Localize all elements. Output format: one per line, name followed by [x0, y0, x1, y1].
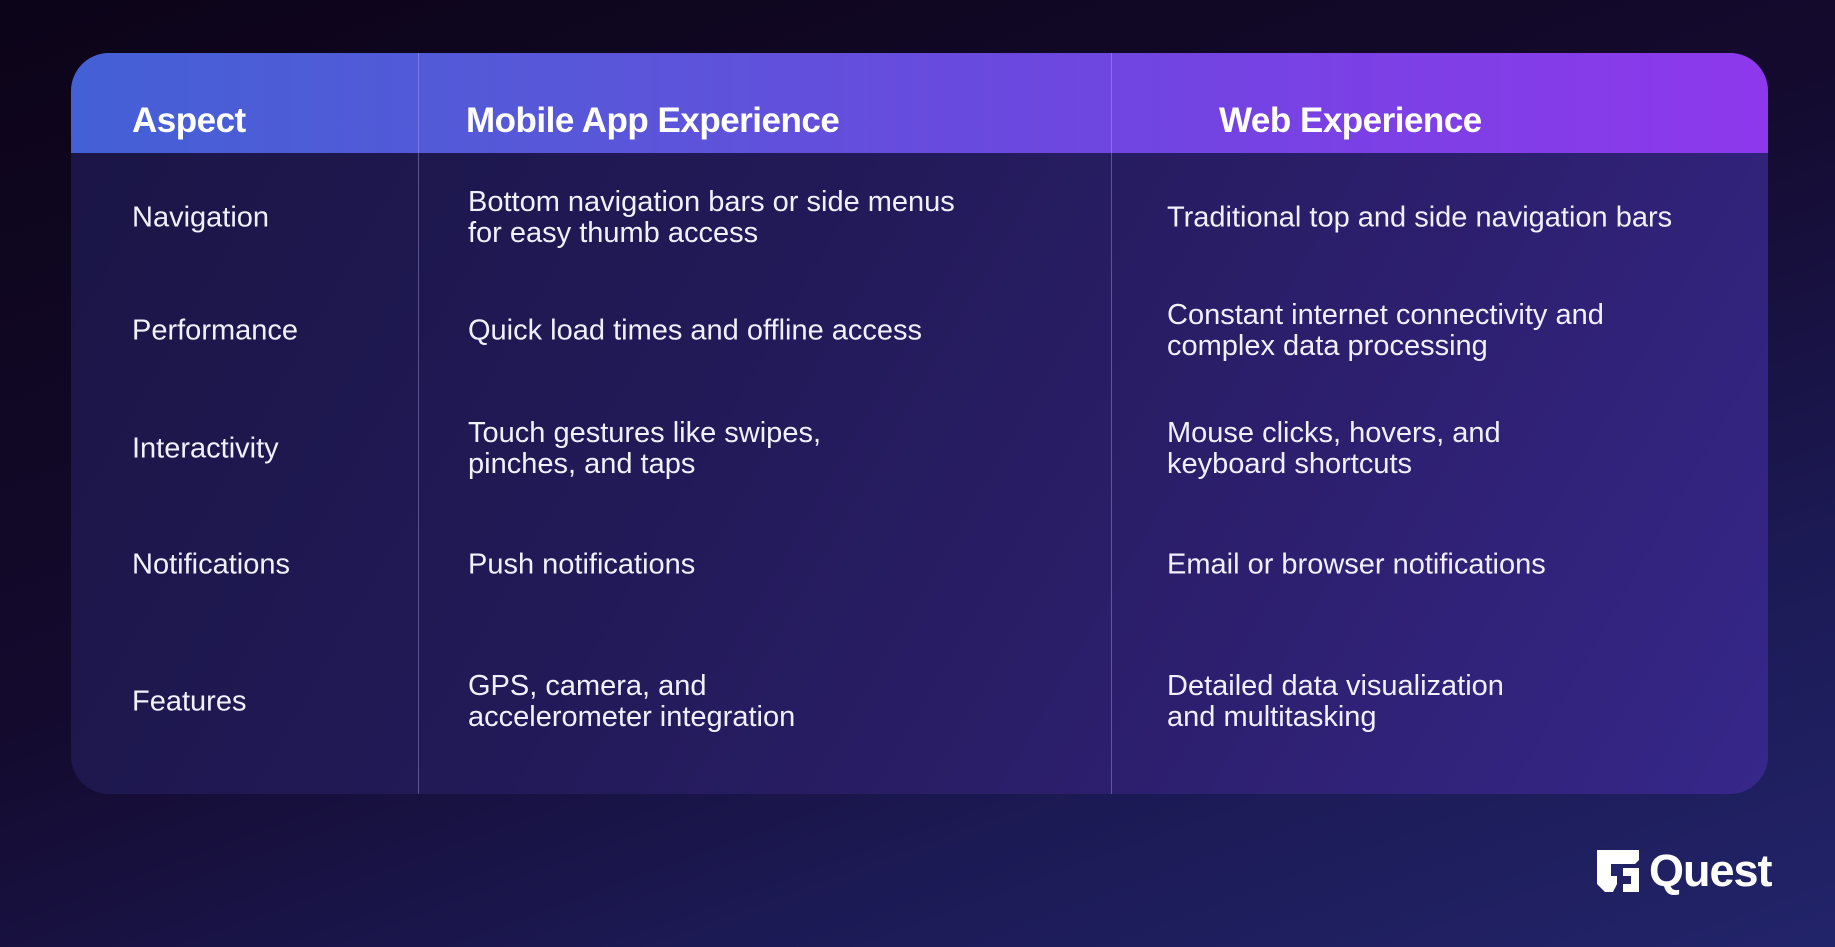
cell-text: GPS, camera, and: [468, 670, 707, 702]
cell-text: Quick load times and offline access: [468, 314, 923, 347]
header-aspect: Aspect: [132, 101, 246, 140]
mobile-cell: Quick load times and offline access: [468, 314, 1088, 347]
cell-text: accelerometer integration: [468, 701, 796, 733]
table-row: Notifications Push notifications Email o…: [71, 519, 1768, 611]
cell-text: Mouse clicks, hovers, and: [1167, 417, 1501, 449]
cell-text: Bottom navigation bars or side menus: [468, 186, 955, 218]
web-cell: Mouse clicks, hovers, and keyboard short…: [1167, 418, 1747, 480]
quest-logo-mark-icon: [1597, 850, 1639, 892]
cell-text: Traditional top and side navigation bars: [1167, 201, 1673, 234]
table-header-row: Aspect Mobile App Experience Web Experie…: [71, 53, 1768, 153]
table-row: Navigation Bottom navigation bars or sid…: [71, 153, 1768, 283]
cell-text: pinches, and taps: [468, 448, 696, 480]
web-cell: Traditional top and side navigation bars: [1167, 201, 1747, 234]
cell-text: Push notifications: [468, 548, 696, 581]
comparison-table: Aspect Mobile App Experience Web Experie…: [71, 53, 1768, 794]
header-mobile-app-experience: Mobile App Experience: [466, 101, 840, 140]
aspect-cell: Navigation: [132, 201, 270, 234]
mobile-cell: Push notifications: [468, 548, 1088, 581]
cell-text: complex data processing: [1167, 330, 1488, 362]
cell-text: Constant internet connectivity and: [1167, 299, 1604, 331]
cell-text: Detailed data visualization: [1167, 670, 1504, 702]
aspect-cell: Interactivity: [132, 432, 279, 465]
aspect-cell: Notifications: [132, 548, 290, 581]
table-row: Features GPS, camera, and accelerometer …: [71, 611, 1768, 793]
table-row: Interactivity Touch gestures like swipes…: [71, 379, 1768, 519]
header-web-experience: Web Experience: [1219, 101, 1482, 140]
aspect-cell: Features: [132, 685, 247, 718]
mobile-cell: GPS, camera, and accelerometer integrati…: [468, 671, 1088, 733]
brand-name: Quest: [1649, 845, 1773, 896]
cell-text: keyboard shortcuts: [1167, 448, 1413, 480]
web-cell: Detailed data visualization and multitas…: [1167, 671, 1747, 733]
mobile-cell: Touch gestures like swipes, pinches, and…: [468, 418, 1088, 480]
web-cell: Constant internet connectivity and compl…: [1167, 300, 1747, 362]
cell-text: for easy thumb access: [468, 217, 759, 249]
cell-text: Touch gestures like swipes,: [468, 417, 821, 449]
mobile-cell: Bottom navigation bars or side menus for…: [468, 187, 1088, 249]
web-cell: Email or browser notifications: [1167, 548, 1747, 581]
cell-text: and multitasking: [1167, 701, 1377, 733]
cell-text: Email or browser notifications: [1167, 548, 1546, 581]
aspect-cell: Performance: [132, 314, 299, 347]
table-row: Performance Quick load times and offline…: [71, 283, 1768, 379]
quest-logo: Quest: [1597, 845, 1773, 896]
